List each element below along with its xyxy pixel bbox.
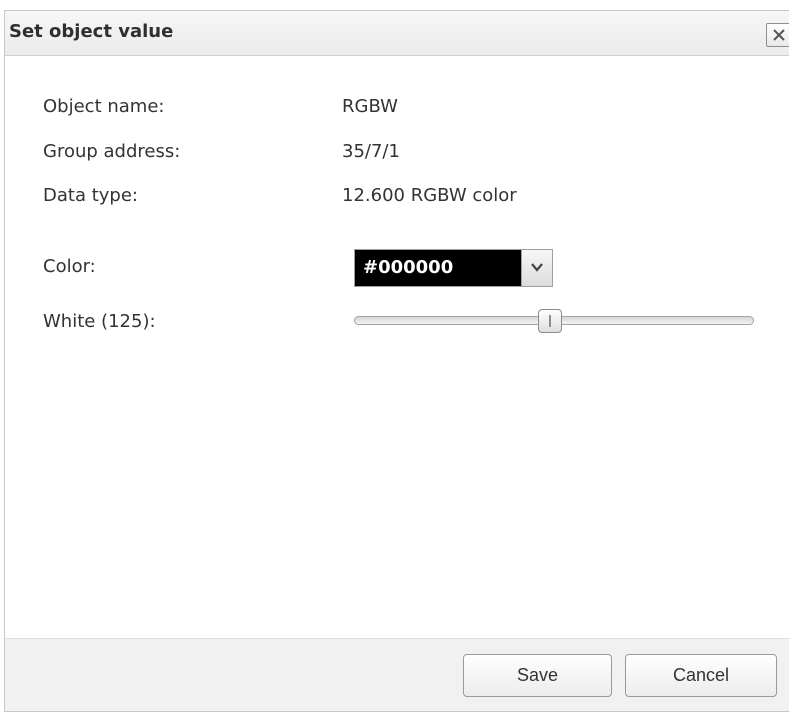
dialog-title: Set object value [9,21,174,42]
dialog-footer: Save Cancel [5,638,789,711]
color-label: Color: [43,256,96,277]
dialog-titlebar: Set object value [5,11,789,56]
white-slider[interactable] [354,309,754,333]
object-name-label: Object name: [43,96,165,117]
close-icon [773,29,785,41]
color-dropdown-button[interactable] [521,250,552,286]
object-name-value: RGBW [342,96,398,117]
group-address-value: 35/7/1 [342,141,400,162]
chevron-down-icon [531,263,543,272]
group-address-label: Group address: [43,141,181,162]
close-button[interactable] [766,23,789,47]
white-label: White (125): [43,311,156,332]
white-slider-handle[interactable] [538,309,563,333]
color-picker-select[interactable]: #000000 [354,249,553,287]
color-value: #000000 [363,257,454,278]
dialog-body: Object name: RGBW Group address: 35/7/1 … [5,56,789,638]
set-object-value-dialog: Set object value Object name: RGBW Group… [4,10,789,712]
data-type-value: 12.600 RGBW color [342,185,517,206]
save-button[interactable]: Save [463,654,612,697]
data-type-label: Data type: [43,185,138,206]
cancel-button[interactable]: Cancel [625,654,777,697]
